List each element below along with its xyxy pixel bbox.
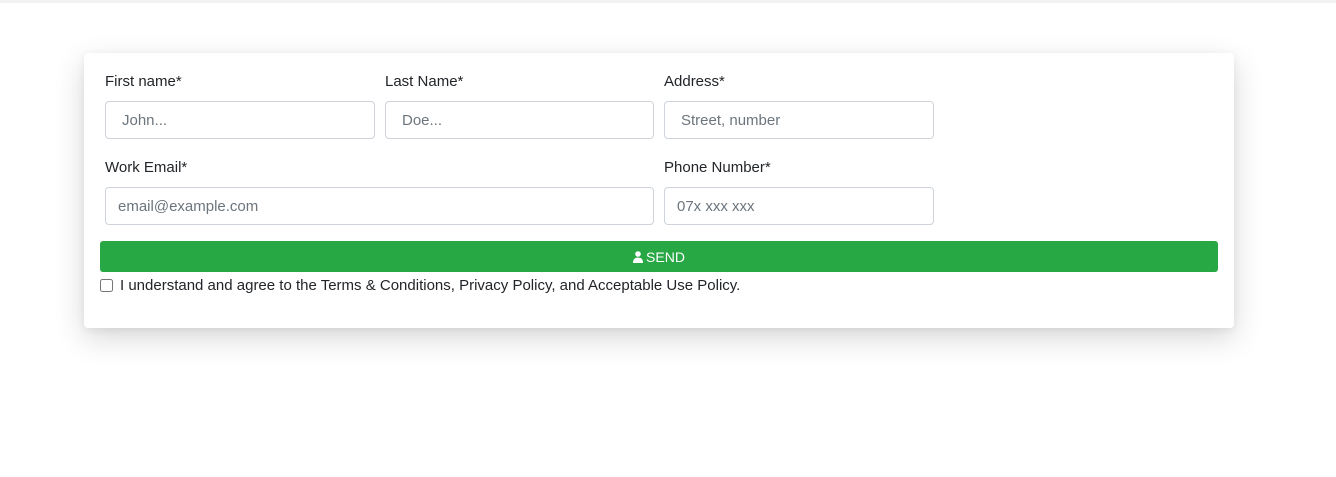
first-name-label: First name*	[105, 73, 182, 90]
work-email-label: Work Email*	[105, 159, 188, 176]
terms-agreement-text: I understand and agree to the Terms & Co…	[120, 277, 741, 294]
address-label: Address*	[664, 73, 725, 90]
user-icon	[633, 250, 644, 263]
work-email-input[interactable]	[105, 187, 654, 225]
send-button[interactable]: SEND	[100, 241, 1218, 272]
terms-agreement-checkbox[interactable]	[100, 279, 113, 292]
top-strip	[0, 0, 1336, 3]
phone-number-label: Phone Number*	[664, 159, 771, 176]
phone-number-input[interactable]	[664, 187, 934, 225]
send-button-label: SEND	[646, 248, 685, 265]
contact-form-card: First name* Last Name* Address* Work Ema…	[84, 53, 1234, 328]
address-input[interactable]	[664, 101, 934, 139]
last-name-label: Last Name*	[385, 73, 464, 90]
last-name-input[interactable]	[385, 101, 654, 139]
first-name-input[interactable]	[105, 101, 375, 139]
terms-agreement-row: I understand and agree to the Terms & Co…	[100, 277, 740, 294]
